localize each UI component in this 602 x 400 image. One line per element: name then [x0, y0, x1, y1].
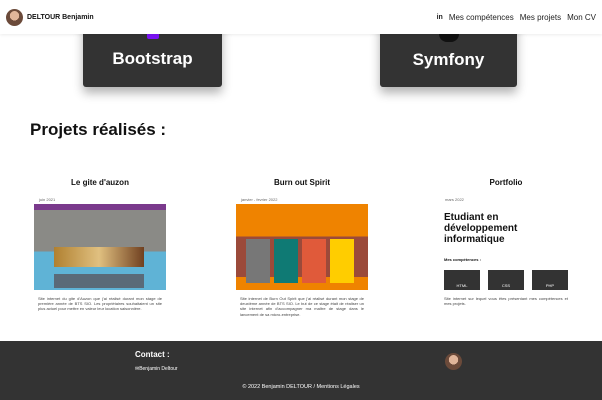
project-date: mars 2022 [445, 197, 464, 202]
project-title: Portfolio [489, 178, 523, 187]
footer: Contact : ✉Benjamin Deltour © 2022 Benja… [0, 341, 602, 400]
nav-link-competences[interactable]: Mes compétences [449, 13, 514, 22]
thumb-card: HTML [444, 270, 480, 290]
thumb-heading: Etudiant en développement informatique [444, 212, 518, 245]
project-date: janvier - fevrier 2022 [241, 197, 278, 202]
thumb-card: CSS [488, 270, 524, 290]
project-screenshot [34, 204, 166, 290]
project-card[interactable]: Burn out Spirit janvier - fevrier 2022 S… [236, 178, 368, 317]
project-description: Site internet de Burn Out Spirit que j'a… [240, 296, 364, 317]
thumb-card: PHP [532, 270, 568, 290]
projects-heading: Projets réalisés : [30, 120, 167, 139]
footer-avatar [445, 353, 462, 370]
navbar: DELTOUR Benjamin in Mes compétences Mes … [0, 0, 602, 34]
skill-label: Symfony [412, 50, 485, 69]
copyright[interactable]: © 2022 Benjamin DELTOUR / Mentions Légal… [0, 384, 602, 390]
bootstrap-icon [146, 34, 159, 39]
project-description: Site internet du gite d'Auzon que j'ai r… [38, 296, 162, 312]
nav-link-cv[interactable]: Mon CV [567, 13, 596, 22]
brand-name[interactable]: DELTOUR Benjamin [27, 14, 94, 21]
avatar[interactable] [6, 8, 23, 26]
project-description: Site internet sur lequel vous êtes prése… [444, 296, 568, 307]
project-title: Burn out Spirit [274, 178, 330, 187]
skill-label: Bootstrap [112, 49, 193, 68]
project-screenshot [236, 204, 368, 290]
contact-link[interactable]: ✉Benjamin Deltour [135, 366, 178, 372]
project-screenshot: Etudiant en développement informatique M… [440, 204, 572, 290]
project-card[interactable]: Le gite d'auzon juin 2021 Site internet … [34, 178, 166, 312]
project-date: juin 2021 [39, 197, 56, 202]
contact-title: Contact : [135, 350, 170, 359]
linkedin-icon[interactable]: in [437, 14, 443, 21]
nav-link-projets[interactable]: Mes projets [520, 13, 561, 22]
symfony-icon [438, 34, 459, 42]
thumb-subheading: Mes compétences : [444, 257, 481, 262]
project-card[interactable]: Portfolio mars 2022 Etudiant en développ… [440, 178, 572, 306]
project-title: Le gite d'auzon [71, 178, 129, 187]
